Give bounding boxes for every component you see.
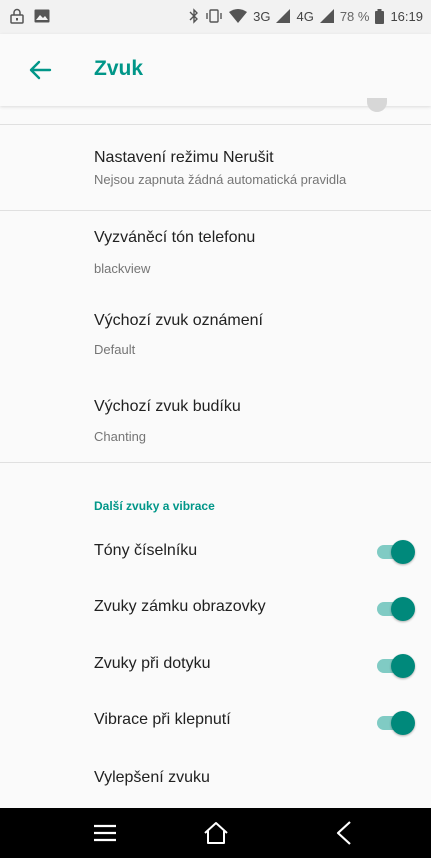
settings-list: Nastavení režimu Nerušit Nejsou zapnuta … [0,98,431,786]
section-header: Další zvuky a vibrace [94,499,215,513]
menu-icon[interactable] [89,817,121,849]
setting-title: Výchozí zvuk oznámení [94,312,263,329]
home-icon[interactable] [200,817,232,849]
status-bar: 3G 4G 78 % 16:19 [0,0,431,34]
dialpad-tones-switch[interactable] [375,539,415,565]
setting-do-not-disturb[interactable]: Nastavení režimu Nerušit Nejsou zapnuta … [0,124,431,210]
touch-sounds-switch[interactable] [375,653,415,679]
back-arrow-icon[interactable] [26,56,54,84]
toggle-row-vibrate-on-tap[interactable]: Vibrace při klepnutí [0,694,431,752]
setting-alarm-sound[interactable]: Výchozí zvuk budíku Chanting [0,383,431,469]
lock-icon [10,8,24,24]
setting-title: Vylepšení zvuku [94,769,210,786]
bluetooth-icon [189,8,199,24]
toggle-label: Zvuky při dotyku [94,655,211,672]
toggle-label: Tóny číselníku [94,542,198,559]
setting-title: Výchozí zvuk budíku [94,398,241,415]
setting-subtitle: Default [94,342,136,357]
setting-title: Nastavení režimu Nerušit [94,149,274,166]
signal-icon-2 [319,9,334,23]
partial-toggle [367,98,387,112]
navigation-bar [0,808,431,858]
toggle-row-touch-sounds[interactable]: Zvuky při dotyku [0,638,431,694]
switch-thumb [391,597,415,621]
vibrate-on-tap-switch[interactable] [375,710,415,736]
screen-lock-sounds-switch[interactable] [375,596,415,622]
toggle-row-dialpad-tones[interactable]: Tóny číselníku [0,524,431,580]
switch-thumb [391,654,415,678]
network-3g-label: 3G [253,8,271,24]
divider [0,462,431,463]
setting-ringtone[interactable]: Vyzváněcí tón telefonu blackview [0,211,431,297]
wifi-icon [229,9,248,23]
clock: 16:19 [390,8,423,24]
page-title: Zvuk [94,57,144,80]
battery-icon [375,8,385,24]
setting-title: Vyzváněcí tón telefonu [94,229,256,246]
switch-thumb [391,711,415,735]
switch-thumb [391,540,415,564]
toggle-row-screen-lock-sounds[interactable]: Zvuky zámku obrazovky [0,580,431,638]
back-icon[interactable] [328,817,360,849]
setting-subtitle: Chanting [94,429,147,444]
scrolled-previous-item [0,98,431,125]
setting-notification-sound[interactable]: Výchozí zvuk oznámení Default [0,297,431,383]
battery-percent: 78 % [339,8,370,24]
setting-sound-enhancement[interactable]: Vylepšení zvuku [0,752,431,808]
toggle-label: Zvuky zámku obrazovky [94,598,266,615]
app-bar: Zvuk [0,34,431,106]
setting-subtitle: Nejsou zapnuta žádná automatická pravidl… [94,172,347,187]
toggle-label: Vibrace při klepnutí [94,711,231,728]
network-4g-label: 4G [296,8,314,24]
image-icon [34,9,50,23]
setting-subtitle: blackview [94,261,151,276]
vibrate-icon [206,9,222,23]
signal-icon [276,9,291,23]
